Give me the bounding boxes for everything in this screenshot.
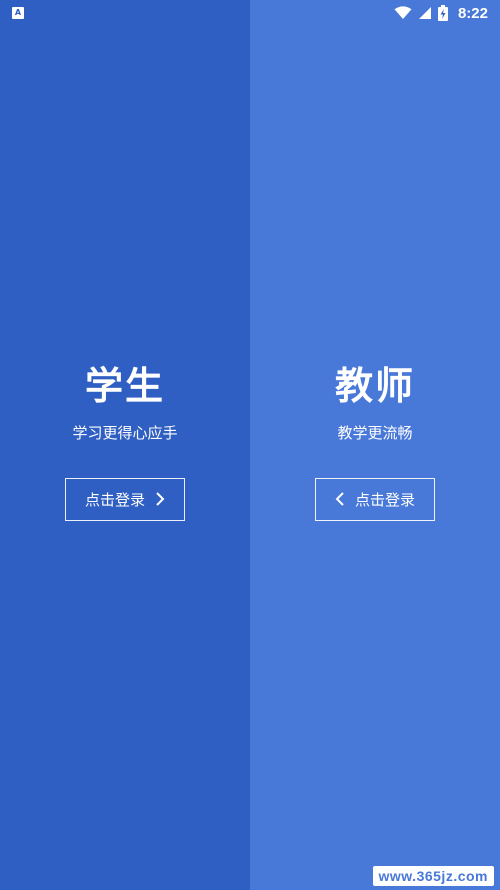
status-time: 8:22 [457, 4, 488, 22]
status-bar-left: A [12, 7, 24, 19]
student-subtitle: 学习更得心应手 [72, 423, 178, 442]
teacher-block: 教师 教学更流畅 点击登录 [250, 364, 500, 521]
teacher-title: 教师 [334, 364, 415, 408]
teacher-login-button[interactable]: 点击登录 [315, 477, 435, 521]
battery-charging-icon [437, 5, 448, 21]
signal-icon [418, 7, 431, 19]
teacher-panel[interactable]: 教师 教学更流畅 点击登录 [250, 0, 500, 890]
watermark-label: www.365jz.com [372, 866, 494, 886]
student-title: 学生 [84, 364, 165, 408]
status-bar: A 8:22 [0, 0, 500, 26]
student-login-button[interactable]: 点击登录 [65, 477, 185, 521]
chevron-right-icon [156, 492, 165, 507]
student-block: 学生 学习更得心应手 点击登录 [0, 364, 250, 521]
student-login-label: 点击登录 [84, 490, 145, 509]
student-panel[interactable]: 学生 学习更得心应手 点击登录 [0, 0, 250, 890]
teacher-login-label: 点击登录 [354, 490, 415, 509]
status-bar-right: 8:22 [394, 5, 488, 22]
teacher-subtitle: 教学更流畅 [337, 423, 413, 442]
chevron-left-icon [335, 492, 344, 507]
wifi-icon [394, 6, 412, 19]
notification-icon: A [12, 7, 24, 19]
role-selection-panels: 学生 学习更得心应手 点击登录 教师 教学更流畅 点击登录 [0, 0, 500, 890]
notification-letter: A [14, 8, 22, 17]
